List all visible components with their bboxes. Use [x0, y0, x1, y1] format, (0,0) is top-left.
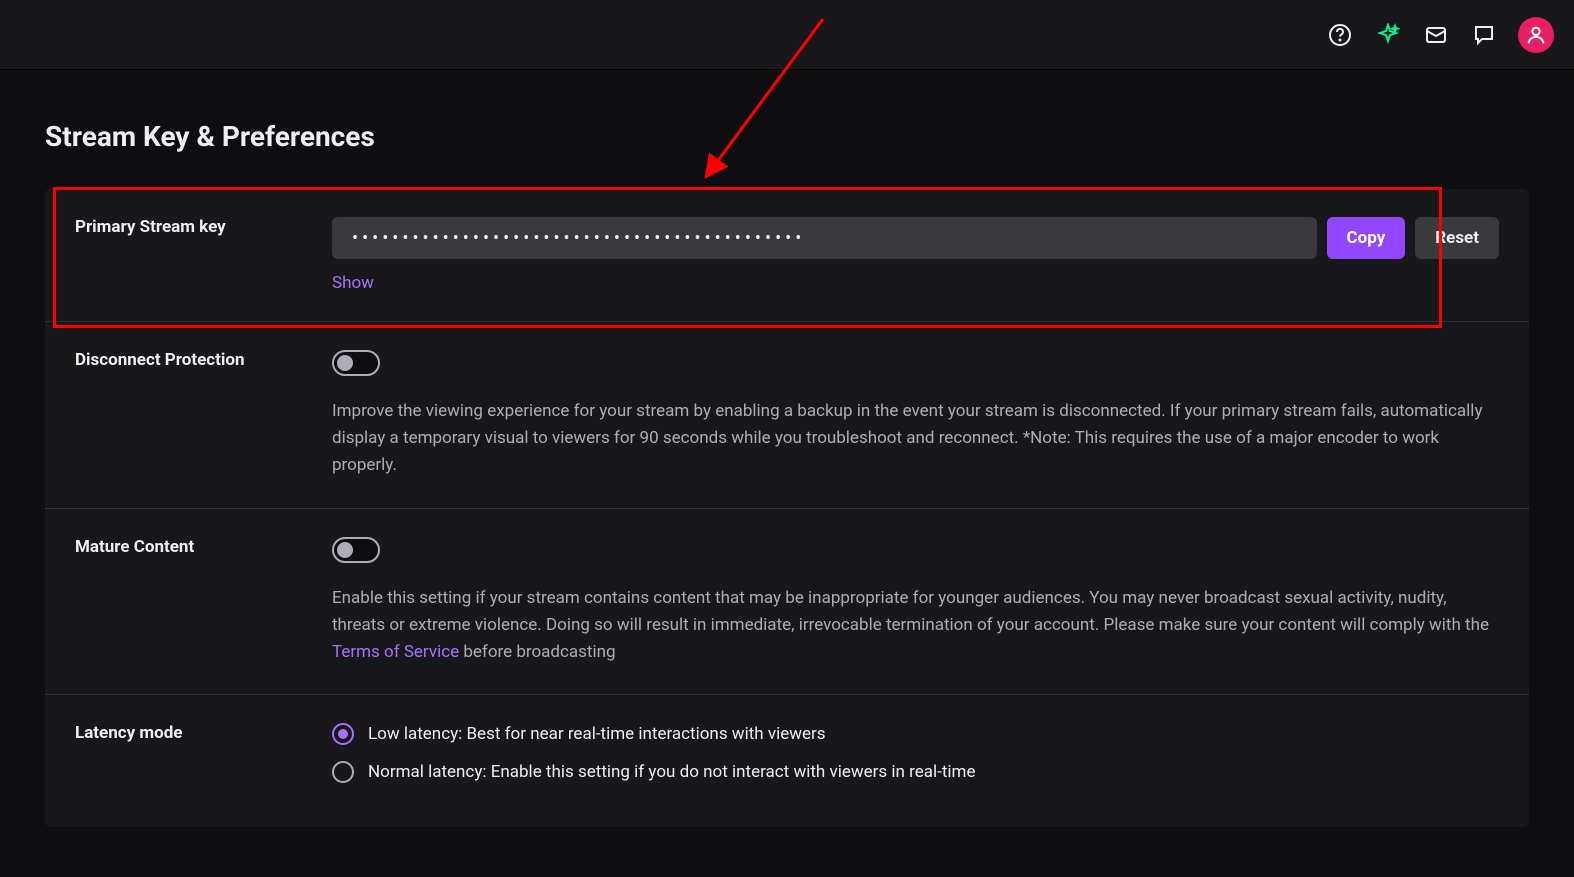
stream-key-control: ••••••••••••••••••••••••••••••••••••••••…	[332, 217, 1499, 293]
copy-button[interactable]: Copy	[1327, 217, 1406, 259]
mature-desc-before: Enable this setting if your stream conta…	[332, 588, 1489, 635]
disconnect-protection-label: Disconnect Protection	[75, 350, 332, 480]
stream-key-input[interactable]: ••••••••••••••••••••••••••••••••••••••••…	[332, 217, 1317, 259]
sparkle-icon[interactable]	[1374, 21, 1402, 49]
disconnect-protection-description: Improve the viewing experience for your …	[332, 398, 1499, 480]
stream-key-label: Primary Stream key	[75, 217, 332, 293]
normal-latency-option[interactable]: Normal latency: Enable this setting if y…	[332, 761, 1499, 783]
disconnect-protection-control: Improve the viewing experience for your …	[332, 350, 1499, 480]
mature-content-label: Mature Content	[75, 537, 332, 667]
low-latency-label: Low latency: Best for near real-time int…	[368, 724, 826, 744]
stream-key-row: Primary Stream key •••••••••••••••••••••…	[45, 189, 1529, 322]
topbar	[0, 0, 1574, 70]
inbox-icon[interactable]	[1422, 21, 1450, 49]
normal-latency-label: Normal latency: Enable this setting if y…	[368, 762, 975, 782]
disconnect-protection-toggle[interactable]	[332, 350, 380, 376]
show-link[interactable]: Show	[332, 273, 374, 293]
low-latency-option[interactable]: Low latency: Best for near real-time int…	[332, 723, 1499, 745]
latency-mode-control: Low latency: Best for near real-time int…	[332, 723, 1499, 799]
mature-content-toggle[interactable]	[332, 537, 380, 563]
latency-mode-label: Latency mode	[75, 723, 332, 799]
radio-icon	[332, 761, 354, 783]
avatar[interactable]	[1518, 17, 1554, 53]
reset-button[interactable]: Reset	[1415, 217, 1499, 259]
settings-panel: Primary Stream key •••••••••••••••••••••…	[45, 189, 1529, 827]
content: Stream Key & Preferences Primary Stream …	[0, 70, 1574, 877]
latency-mode-row: Latency mode Low latency: Best for near …	[45, 695, 1529, 827]
disconnect-protection-row: Disconnect Protection Improve the viewin…	[45, 322, 1529, 509]
chat-icon[interactable]	[1470, 21, 1498, 49]
mature-content-description: Enable this setting if your stream conta…	[332, 585, 1499, 667]
mature-content-row: Mature Content Enable this setting if yo…	[45, 509, 1529, 696]
radio-icon	[332, 723, 354, 745]
help-icon[interactable]	[1326, 21, 1354, 49]
mature-content-control: Enable this setting if your stream conta…	[332, 537, 1499, 667]
page-title: Stream Key & Preferences	[45, 120, 1529, 153]
tos-link[interactable]: Terms of Service	[332, 642, 459, 662]
mature-desc-after: before broadcasting	[459, 642, 615, 662]
